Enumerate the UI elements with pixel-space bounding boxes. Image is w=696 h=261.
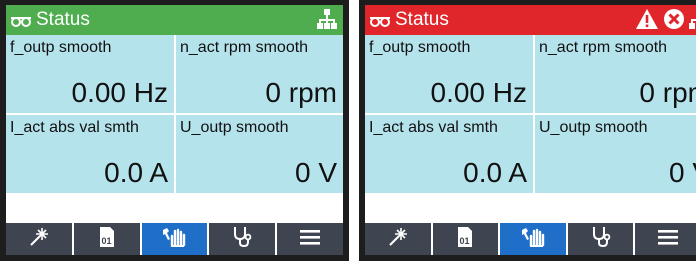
empty-area <box>6 193 343 223</box>
cell-value: 0.00 Hz <box>430 77 528 108</box>
diagnostics-icon <box>232 226 252 253</box>
menu-button[interactable] <box>275 223 343 255</box>
cell-value: 0.0 A <box>104 157 168 188</box>
status-screen-fault: Status f_outp smooth 0.00 Hz n_act rpm s… <box>359 0 696 261</box>
status-screen-ok: Status f_outp smooth 0.00 Hz n_act rpm s… <box>0 0 349 261</box>
diagnostics-icon <box>591 226 611 253</box>
value-cell[interactable]: I_act abs val smth 0.0 A <box>6 115 174 193</box>
title-bar: Status <box>6 5 343 35</box>
value-cell[interactable]: f_outp smooth 0.00 Hz <box>365 35 533 113</box>
cell-value: 0 V <box>668 157 696 188</box>
value-cell[interactable]: n_act rpm smooth 0 rpm <box>535 35 696 113</box>
cell-value: 0 V <box>294 157 337 188</box>
cell-label: f_outp smooth <box>369 39 471 56</box>
diagnostics-button[interactable] <box>565 223 634 255</box>
parameter-list-button[interactable]: 01 <box>430 223 499 255</box>
menu-icon <box>658 229 679 250</box>
value-cell[interactable]: U_outp smooth 0 V <box>535 115 696 193</box>
menu-icon <box>300 229 321 250</box>
hand-control-icon <box>161 227 187 252</box>
bottom-toolbar: 01 <box>365 223 696 255</box>
cell-value: 0.00 Hz <box>71 77 169 108</box>
svg-text:01: 01 <box>101 236 111 246</box>
value-cell[interactable]: I_act abs val smth 0.0 A <box>365 115 533 193</box>
cell-label: n_act rpm smooth <box>180 39 309 56</box>
cell-label: I_act abs val smth <box>369 119 498 136</box>
value-cell[interactable]: U_outp smooth 0 V <box>176 115 343 193</box>
cell-label: n_act rpm smooth <box>539 39 668 56</box>
wizard-icon <box>388 227 408 252</box>
warning-icon <box>635 8 659 36</box>
network-icon <box>689 8 696 36</box>
parameter-list-icon: 01 <box>456 226 474 253</box>
title-bar: Status <box>365 5 696 35</box>
bottom-toolbar: 01 <box>6 223 343 255</box>
page-title: Status <box>36 9 90 30</box>
hand-control-button[interactable] <box>139 223 208 255</box>
page-title: Status <box>395 9 449 30</box>
cell-label: U_outp smooth <box>180 119 289 136</box>
network-icon <box>317 8 337 36</box>
parameter-list-button[interactable]: 01 <box>71 223 140 255</box>
hand-control-icon <box>520 227 546 252</box>
wizard-icon <box>29 227 49 252</box>
wizard-button[interactable] <box>365 223 431 255</box>
cell-label: U_outp smooth <box>539 119 648 136</box>
svg-text:01: 01 <box>460 236 470 246</box>
glasses-icon <box>369 12 391 34</box>
empty-area <box>365 193 696 223</box>
value-cell[interactable]: n_act rpm smooth 0 rpm <box>176 35 343 113</box>
glasses-icon <box>10 12 32 34</box>
cell-value: 0 rpm <box>639 77 696 108</box>
diagnostics-button[interactable] <box>207 223 275 255</box>
menu-button[interactable] <box>633 223 696 255</box>
cell-value: 0 rpm <box>265 77 337 108</box>
cell-label: I_act abs val smth <box>10 119 139 136</box>
wizard-button[interactable] <box>6 223 72 255</box>
fault-icon <box>663 8 685 36</box>
parameter-list-icon: 01 <box>98 226 116 253</box>
cell-label: f_outp smooth <box>10 39 112 56</box>
value-cell[interactable]: f_outp smooth 0.00 Hz <box>6 35 174 113</box>
hand-control-button[interactable] <box>498 223 566 255</box>
cell-value: 0.0 A <box>463 157 527 188</box>
